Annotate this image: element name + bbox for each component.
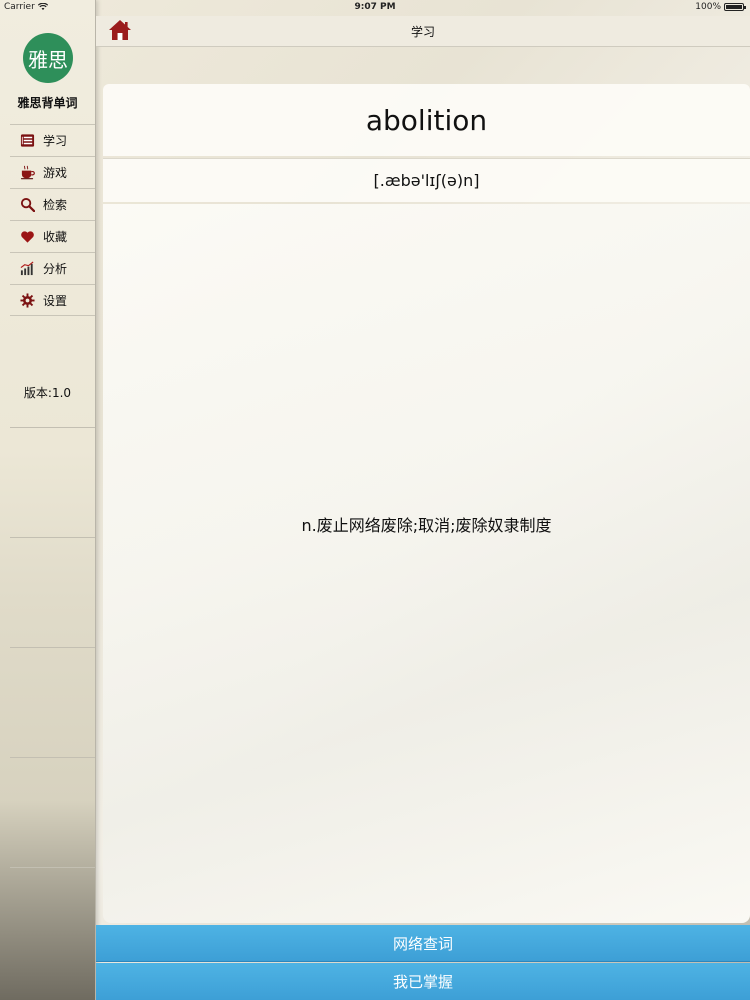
bar-chart-icon [20, 261, 34, 276]
word-term: abolition [365, 103, 488, 137]
sidebar-divider [10, 647, 95, 648]
sidebar-item-label: 学习 [43, 134, 68, 148]
sidebar-item-label: 分析 [43, 262, 68, 276]
word-card: abolition [103, 84, 750, 156]
sidebar-menu: 学习 游戏 检索 收藏 分析 设置 [10, 124, 95, 316]
sidebar: 雅思 雅思背单词 学习 游戏 检索 收藏 分析 设置 版本:1.0 [0, 0, 96, 1000]
sidebar-divider [10, 867, 95, 868]
book-icon [20, 134, 35, 147]
online-lookup-button[interactable]: 网络查词 [96, 925, 750, 962]
battery-percent: 100% [695, 2, 721, 12]
status-bar: Carrier 9:07 PM 100% [0, 0, 750, 16]
sidebar-item-search[interactable]: 检索 [10, 188, 95, 220]
gear-icon [20, 292, 35, 308]
online-lookup-label: 网络查词 [392, 934, 453, 953]
coffee-cup-icon [20, 165, 35, 180]
definition-card: n.废止网络废除;取消;废除奴隶制度 [103, 204, 750, 923]
sidebar-item-label: 检索 [43, 198, 68, 212]
sidebar-item-label: 游戏 [43, 166, 68, 180]
mastered-label: 我已掌握 [392, 973, 453, 991]
sidebar-item-analysis[interactable]: 分析 [10, 252, 95, 284]
phonetic-card: [.æbə'lɪʃ(ə)n] [103, 158, 750, 202]
heart-icon [21, 231, 34, 243]
navigation-bar: 学习 [96, 16, 750, 47]
magnifier-icon [20, 197, 35, 212]
word-definition: n.废止网络废除;取消;废除奴隶制度 [301, 515, 552, 535]
sidebar-item-study[interactable]: 学习 [10, 124, 95, 156]
sidebar-item-game[interactable]: 游戏 [10, 156, 95, 188]
sidebar-item-favorites[interactable]: 收藏 [10, 220, 95, 252]
sidebar-item-label: 设置 [43, 293, 68, 308]
battery-indicator: 100% [695, 2, 746, 12]
app-logo: 雅思 [23, 33, 73, 83]
page-title: 学习 [410, 25, 435, 39]
sidebar-divider [10, 427, 95, 428]
logo-text: 雅思 [28, 47, 68, 72]
clock: 9:07 PM [354, 2, 396, 12]
word-phonetic: [.æbə'lɪʃ(ə)n] [373, 171, 480, 190]
sidebar-item-settings[interactable]: 设置 [10, 284, 95, 316]
sidebar-divider [10, 757, 95, 758]
version-label: 版本:1.0 [23, 386, 72, 400]
sidebar-divider [10, 537, 95, 538]
battery-icon [724, 3, 746, 11]
mastered-button[interactable]: 我已掌握 [96, 963, 750, 1000]
sidebar-item-label: 收藏 [43, 230, 68, 244]
app-name: 雅思背单词 [17, 96, 78, 110]
